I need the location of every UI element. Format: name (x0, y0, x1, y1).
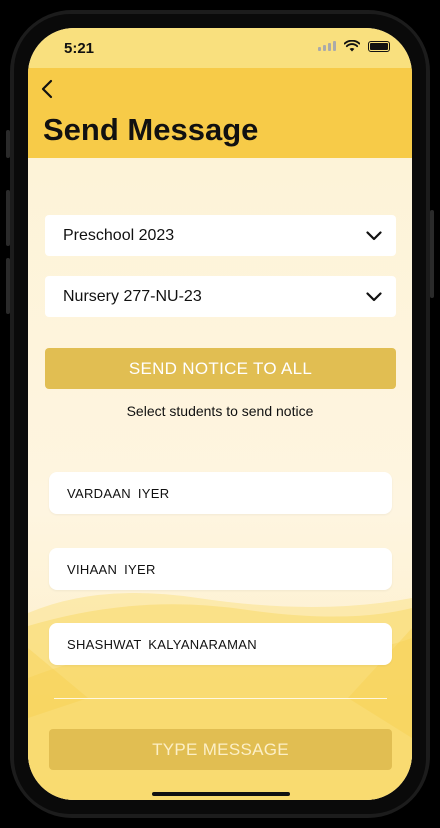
app-header: Send Message (28, 68, 412, 158)
status-bar: 5:21 (28, 28, 412, 68)
home-indicator[interactable] (152, 792, 290, 796)
student-item[interactable]: VARDAAN IYER (49, 472, 392, 514)
battery-icon (368, 40, 390, 52)
class-dropdown[interactable]: Nursery 277-NU-23 (45, 276, 396, 317)
back-chevron-icon (41, 79, 53, 99)
status-icons (318, 40, 390, 52)
wifi-icon (344, 40, 360, 52)
chevron-down-icon (366, 230, 382, 240)
program-dropdown-value: Preschool 2023 (63, 226, 175, 244)
chevron-down-icon (366, 291, 382, 301)
signal-icon (318, 41, 336, 51)
type-message-button[interactable]: TYPE MESSAGE (49, 729, 392, 770)
mute-switch (6, 130, 10, 158)
student-item[interactable]: VIHAAN IYER (49, 548, 392, 590)
power-button (430, 210, 434, 298)
divider (54, 698, 387, 699)
send-notice-to-all-button[interactable]: SEND NOTICE TO ALL (45, 348, 396, 389)
main-content: Preschool 2023 Nursery 277-NU-23 SEND NO… (28, 158, 412, 800)
program-dropdown[interactable]: Preschool 2023 (45, 215, 396, 256)
back-button[interactable] (34, 76, 60, 102)
volume-down-button (6, 258, 10, 314)
select-students-hint: Select students to send notice (126, 403, 314, 419)
page-title: Send Message (43, 112, 259, 147)
status-time: 5:21 (64, 40, 95, 57)
student-item[interactable]: SHASHWAT KALYANARAMAN (49, 623, 392, 665)
class-dropdown-value: Nursery 277-NU-23 (63, 287, 202, 305)
app-screen: 5:21 Send Message Preschool 2023 Nursery… (28, 28, 412, 800)
volume-up-button (6, 190, 10, 246)
